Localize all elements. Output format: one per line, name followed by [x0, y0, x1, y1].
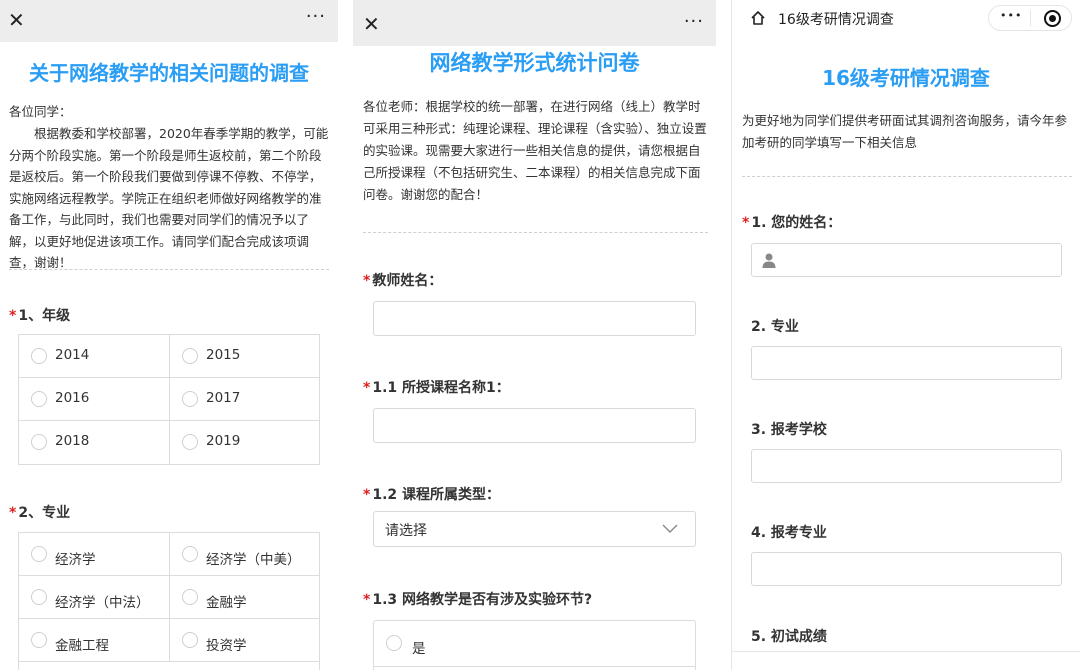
question-label: * 1.2 课程所属类型：	[363, 487, 501, 503]
bottom-border	[732, 651, 1080, 652]
header-title: 16级考研情况调查	[778, 12, 894, 28]
radio-icon[interactable]	[182, 589, 198, 605]
option-yes[interactable]: 是	[374, 621, 695, 667]
home-icon[interactable]	[750, 10, 766, 26]
radio-icon[interactable]	[31, 391, 47, 407]
lab-options: 是	[373, 620, 696, 670]
name-input[interactable]	[751, 243, 1062, 277]
capsule-divider	[1030, 10, 1031, 26]
option-financial-engineering[interactable]: 金融工程	[19, 619, 170, 662]
option-2015[interactable]: 2015	[170, 335, 320, 378]
course-name-input[interactable]	[373, 408, 696, 443]
option-2018[interactable]: 2018	[19, 421, 170, 464]
close-mini-program-icon[interactable]	[1044, 10, 1061, 27]
question-label: 3. 报考学校	[751, 422, 827, 438]
page-title: 关于网络教学的相关问题的调查	[29, 61, 309, 85]
top-bar: ✕ ···	[353, 0, 716, 46]
capsule-menu: •••	[988, 5, 1072, 31]
divider	[9, 269, 329, 270]
option-economics[interactable]: 经济学	[19, 533, 170, 576]
option-economics-sino-fr[interactable]: 经济学（中法）	[19, 576, 170, 619]
intro-text: 各位老师：根据学校的统一部署，在进行网络（线上）教学时可采用三种形式：纯理论课程…	[363, 99, 707, 202]
page-title: 16级考研情况调查	[822, 66, 990, 90]
major-options: 经济学 经济学（中美） 经济学（中法） 金融学 金融工程 投资学	[18, 532, 320, 670]
radio-icon[interactable]	[182, 546, 198, 562]
question-label: * 1.3 网络教学是否有涉及实验环节?	[363, 592, 593, 608]
radio-icon[interactable]	[31, 348, 47, 364]
more-icon[interactable]: •••	[1000, 9, 1022, 22]
major-input[interactable]	[751, 346, 1062, 380]
select-placeholder: 请选择	[385, 523, 427, 539]
option-2017[interactable]: 2017	[170, 378, 320, 421]
grade-options: 2014 2015 2016 2017 2018 2019	[18, 334, 320, 465]
option-2019[interactable]: 2019	[170, 421, 320, 464]
question-label: * 教师姓名：	[363, 273, 443, 289]
target-school-input[interactable]	[751, 449, 1062, 483]
option-2016[interactable]: 2016	[19, 378, 170, 421]
option-2014[interactable]: 2014	[19, 335, 170, 378]
close-icon[interactable]: ✕	[363, 12, 380, 36]
radio-icon[interactable]	[31, 632, 47, 648]
user-icon	[762, 253, 776, 268]
survey-panel-3: 16级考研情况调查 ••• 16级考研情况调查 为更好地为同学们提供考研面试其调…	[731, 0, 1080, 670]
question-label: * 2、专业	[9, 505, 71, 521]
radio-icon[interactable]	[182, 348, 198, 364]
course-type-select[interactable]: 请选择	[373, 511, 696, 547]
radio-icon[interactable]	[182, 434, 198, 450]
greeting: 各位同学：	[9, 104, 72, 119]
option-finance[interactable]: 金融学	[170, 576, 320, 619]
chevron-down-icon	[662, 524, 678, 533]
more-icon[interactable]: ···	[306, 6, 326, 27]
top-bar: ✕ ···	[0, 0, 338, 42]
option-economics-sino-us[interactable]: 经济学（中美）	[170, 533, 320, 576]
radio-icon[interactable]	[31, 589, 47, 605]
option-investment[interactable]: 投资学	[170, 619, 320, 662]
question-label: 5. 初试成绩	[751, 629, 827, 645]
radio-icon[interactable]	[31, 546, 47, 562]
divider	[363, 232, 708, 233]
survey-panel-2: ✕ ··· 网络教学形式统计问卷 各位老师：根据学校的统一部署，在进行网络（线上…	[353, 0, 716, 670]
intro-text: 为更好地为同学们提供考研面试其调剂咨询服务，请今年参加考研的同学填写一下相关信息	[742, 113, 1068, 150]
question-label: 2. 专业	[751, 319, 799, 335]
radio-icon[interactable]	[182, 632, 198, 648]
divider	[742, 176, 1072, 177]
page-title: 网络教学形式统计问卷	[429, 51, 640, 75]
intro-text: 根据教委和学校部署，2020年春季学期的教学，可能分两个阶段实施。第一个阶段是师…	[9, 126, 329, 270]
question-label: * 1. 您的姓名：	[742, 215, 842, 231]
close-icon[interactable]: ✕	[8, 8, 25, 32]
survey-panel-1: ✕ ··· 关于网络教学的相关问题的调查 各位同学： 根据教委和学校部署，202…	[0, 0, 338, 670]
question-label: * 1.1 所授课程名称1：	[363, 380, 510, 396]
more-icon[interactable]: ···	[684, 11, 704, 32]
radio-icon[interactable]	[31, 434, 47, 450]
mini-program-bar: 16级考研情况调查 •••	[732, 0, 1080, 36]
radio-icon[interactable]	[182, 391, 198, 407]
target-major-input[interactable]	[751, 552, 1062, 586]
radio-icon[interactable]	[386, 635, 402, 651]
question-label: * 1、年级	[9, 308, 71, 324]
question-label: 4. 报考专业	[751, 525, 827, 541]
teacher-name-input[interactable]	[373, 301, 696, 336]
